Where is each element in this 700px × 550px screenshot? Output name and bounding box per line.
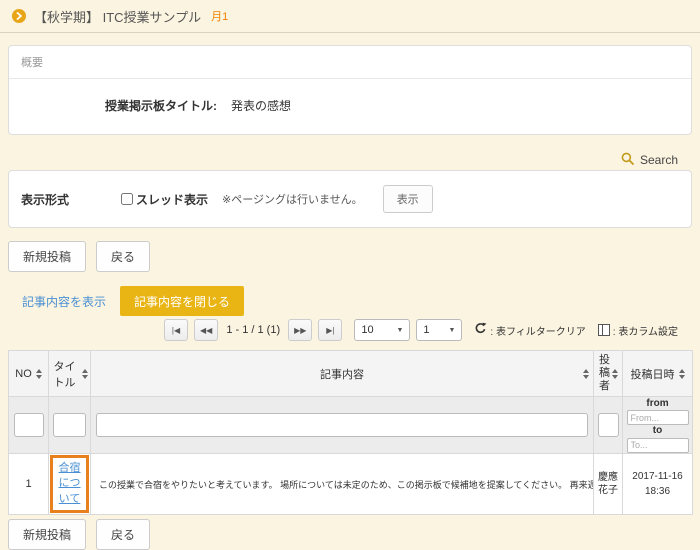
table-filter-row: from to	[9, 397, 693, 454]
prev-page-button[interactable]: ◀◀	[194, 319, 218, 341]
first-page-button[interactable]: |◀	[164, 319, 188, 341]
breadcrumb-arrow-icon	[12, 9, 26, 23]
sort-icon	[612, 369, 618, 379]
highlight-box: 合宿について	[50, 455, 89, 513]
header-date[interactable]: 投稿日時	[623, 351, 693, 397]
tab-close-content[interactable]: 記事内容を閉じる	[120, 286, 244, 316]
table-header-row: NO タイトル 記事内容 投稿者 投稿日時	[9, 351, 693, 397]
page-number-value: 1	[423, 324, 429, 336]
chevron-down-icon: ▼	[448, 327, 455, 334]
posts-table: NO タイトル 記事内容 投稿者 投稿日時 from to	[8, 350, 692, 515]
paging-note: ※ページングは行いません。	[222, 191, 363, 207]
search-icon	[621, 152, 634, 168]
sort-icon	[583, 369, 589, 379]
pagination-bar: |◀ ◀◀ 1 - 1 / 1 (1) ▶▶ ▶| 10 ▼ 1 ▼ : 表フィ…	[164, 318, 700, 342]
post-datetime: 2017-11-16 18:36	[623, 454, 693, 515]
header-author-label: 投稿者	[599, 354, 611, 394]
board-title-value: 発表の感想	[231, 97, 291, 114]
filter-from-label: from	[623, 398, 692, 410]
filter-date-to-input[interactable]	[627, 438, 689, 453]
pagination-info: 1 - 1 / 1 (1)	[224, 324, 282, 336]
page-size-select[interactable]: 10 ▼	[354, 319, 410, 341]
filter-clear-control[interactable]: : 表フィルタークリア	[474, 322, 585, 338]
refresh-icon	[474, 322, 487, 338]
page-header: 【秋学期】 ITC授業サンプル 月1	[0, 0, 700, 33]
sort-icon	[36, 369, 42, 379]
post-author: 慶應 花子	[594, 454, 623, 515]
table-columns-icon	[598, 324, 610, 336]
column-config-control[interactable]: : 表カラム設定	[598, 323, 678, 338]
action-buttons-top: 新規投稿 戻る	[8, 241, 700, 272]
overview-panel: 概要 授業掲示板タイトル: 発表の感想	[8, 45, 692, 135]
sort-icon	[679, 369, 685, 379]
action-buttons-bottom: 新規投稿 戻る	[8, 519, 700, 550]
page-title: 【秋学期】 ITC授業サンプル	[34, 7, 201, 26]
page-number-select[interactable]: 1 ▼	[416, 319, 462, 341]
display-submit-button[interactable]: 表示	[383, 185, 433, 213]
board-title-label: 授業掲示板タイトル:	[105, 97, 217, 114]
tab-show-content[interactable]: 記事内容を表示	[8, 286, 120, 316]
header-no-label: NO	[15, 368, 32, 380]
last-page-button[interactable]: ▶|	[318, 319, 342, 341]
filter-to-label: to	[623, 425, 692, 437]
period-badge: 月1	[211, 8, 228, 24]
table-row: 1 合宿について この授業で合宿をやりたいと考えています。 場所については未定の…	[9, 454, 693, 515]
post-content: この授業で合宿をやりたいと考えています。 場所については未定のため、この掲示板で…	[91, 454, 594, 515]
post-title-link[interactable]: 合宿について	[54, 461, 85, 507]
thread-view-label: スレッド表示	[136, 191, 208, 208]
search-label: Search	[640, 153, 678, 167]
new-post-button-top[interactable]: 新規投稿	[8, 241, 86, 272]
filter-author-input[interactable]	[598, 413, 619, 437]
search-toggle[interactable]: Search	[0, 151, 678, 168]
header-title-label: タイトル	[51, 358, 78, 390]
thread-view-checkbox[interactable]	[121, 193, 133, 205]
filter-date-from-input[interactable]	[627, 410, 689, 425]
filter-content-input[interactable]	[96, 413, 588, 437]
header-title[interactable]: タイトル	[49, 351, 91, 397]
display-format-panel: 表示形式 スレッド表示 ※ページングは行いません。 表示	[8, 170, 692, 228]
page-size-value: 10	[361, 324, 373, 336]
filter-no-input[interactable]	[14, 413, 44, 437]
new-post-button-bottom[interactable]: 新規投稿	[8, 519, 86, 550]
sort-icon	[82, 369, 88, 379]
header-content-label: 記事内容	[320, 369, 364, 381]
content-tabs: 記事内容を表示 記事内容を閉じる	[8, 286, 700, 316]
filter-title-input[interactable]	[53, 413, 86, 437]
column-config-label: : 表カラム設定	[613, 323, 678, 338]
back-button-bottom[interactable]: 戻る	[96, 519, 150, 550]
header-date-label: 投稿日時	[631, 366, 675, 382]
header-no[interactable]: NO	[9, 351, 49, 397]
display-format-label: 表示形式	[21, 191, 121, 208]
back-button-top[interactable]: 戻る	[96, 241, 150, 272]
header-author[interactable]: 投稿者	[594, 351, 623, 397]
next-page-button[interactable]: ▶▶	[288, 319, 312, 341]
header-content[interactable]: 記事内容	[91, 351, 594, 397]
filter-clear-label: : 表フィルタークリア	[490, 323, 585, 338]
overview-panel-title: 概要	[9, 46, 691, 79]
chevron-down-icon: ▼	[396, 327, 403, 334]
row-number: 1	[9, 454, 49, 515]
